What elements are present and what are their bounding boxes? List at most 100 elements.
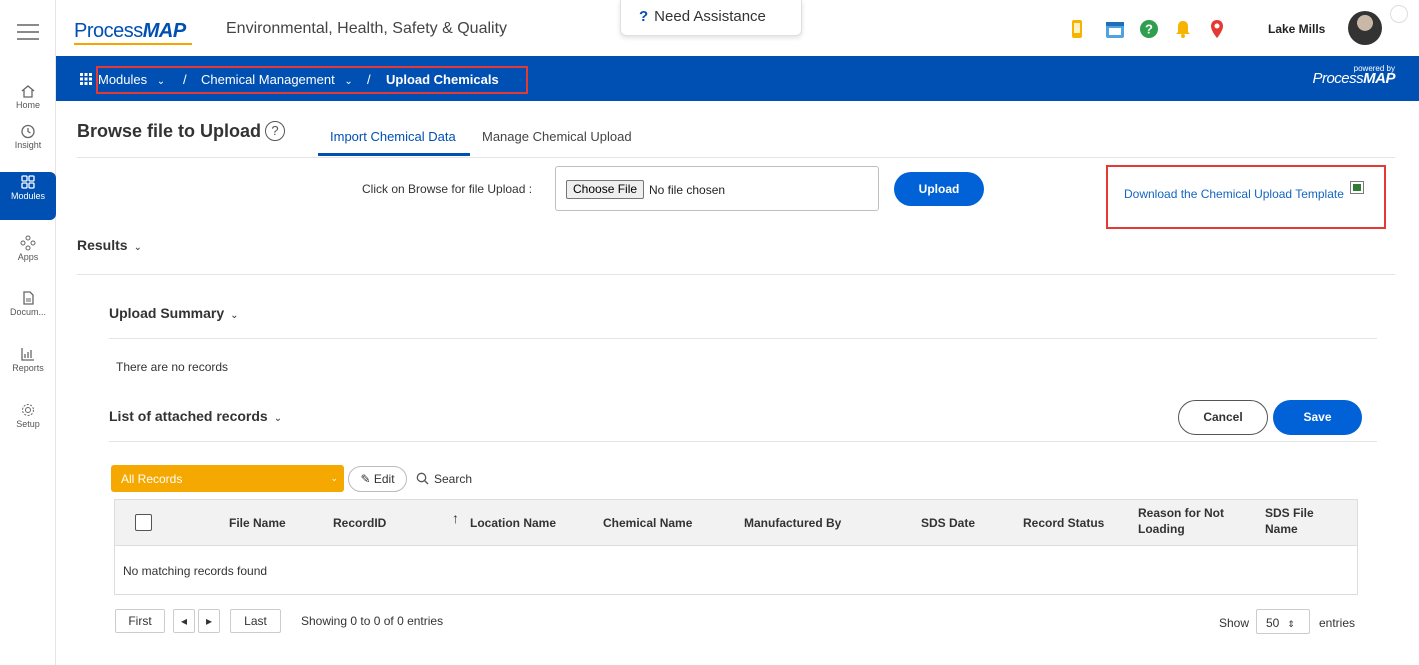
search-icon	[416, 472, 429, 485]
pager-prev-button[interactable]: ◂	[173, 609, 195, 633]
mobile-icon[interactable]	[1066, 18, 1088, 40]
records-table: File Name RecordID ↑ Location Name Chemi…	[114, 499, 1358, 595]
rail-item-insight[interactable]: Insight	[0, 122, 56, 170]
tab-manage-chemical-upload[interactable]: Manage Chemical Upload	[482, 129, 632, 144]
modules-grid-icon[interactable]	[80, 73, 92, 85]
rail-label-insight: Insight	[14, 140, 42, 150]
rail-label-home: Home	[15, 100, 40, 110]
rail-item-setup[interactable]: Setup	[0, 400, 56, 448]
pager-last-button[interactable]: Last	[230, 609, 281, 633]
logo-underline	[74, 43, 192, 45]
help-icon[interactable]: ?	[1138, 18, 1160, 40]
gear-icon	[22, 404, 34, 416]
processmap-logo[interactable]: ProcessMAP	[74, 20, 186, 43]
download-template-link[interactable]: Download the Chemical Upload Template	[1124, 187, 1344, 201]
attached-records-title: List of attached records	[109, 408, 268, 424]
choose-file-button[interactable]: Choose File	[566, 180, 645, 199]
edit-button[interactable]: ✎ Edit	[348, 466, 407, 492]
column-record-status[interactable]: Record Status	[1023, 515, 1104, 531]
powered-logo-prefix: Process	[1312, 70, 1364, 87]
rail-item-documents[interactable]: Docum...	[0, 288, 56, 336]
rail-label-apps: Apps	[17, 252, 39, 262]
search-button[interactable]: Search	[416, 472, 472, 486]
column-sds-file-name[interactable]: SDS File Name	[1265, 505, 1335, 537]
column-reason-not-loading[interactable]: Reason for Not Loading	[1138, 505, 1238, 537]
chevron-down-icon: ⌄	[156, 76, 166, 87]
breadcrumb-current: Upload Chemicals	[386, 72, 499, 87]
powered-logo-suffix: MAP	[1363, 70, 1395, 87]
column-manufactured-by[interactable]: Manufactured By	[744, 515, 841, 531]
avatar[interactable]	[1348, 11, 1382, 45]
download-template-box: Download the Chemical Upload Template	[1106, 165, 1386, 229]
expand-icon[interactable]	[1390, 5, 1408, 23]
pencil-icon: ✎	[360, 472, 371, 486]
no-file-label: No file chosen	[649, 183, 726, 197]
records-filter-select[interactable]: All Records ⌄	[111, 465, 344, 492]
apps-icon	[20, 235, 36, 251]
calendar-icon[interactable]	[1104, 18, 1126, 40]
column-location-name[interactable]: Location Name	[470, 515, 556, 531]
svg-text:?: ?	[1145, 22, 1153, 37]
rail-label-documents: Docum...	[9, 307, 46, 317]
tab-import-chemical-data[interactable]: Import Chemical Data	[330, 129, 456, 144]
hamburger-icon[interactable]	[17, 24, 39, 45]
breadcrumb-modules[interactable]: Modules ⌄	[98, 72, 165, 87]
upload-summary-header[interactable]: Upload Summary ⌄	[109, 305, 239, 321]
location-pin-icon[interactable]	[1206, 18, 1228, 40]
excel-icon[interactable]	[1350, 181, 1364, 194]
column-file-name[interactable]: File Name	[229, 515, 286, 531]
sort-asc-icon[interactable]: ↑	[452, 510, 459, 526]
rail-label-modules: Modules	[10, 191, 46, 201]
grid-icon	[21, 175, 35, 189]
column-sds-date[interactable]: SDS Date	[921, 515, 975, 531]
results-header[interactable]: Results ⌄	[77, 237, 142, 253]
page-size-value: 50	[1266, 616, 1280, 630]
select-all-checkbox[interactable]	[135, 514, 152, 531]
bell-icon[interactable]	[1172, 18, 1194, 40]
left-rail: Home Insight Modules Apps Docum... Repor…	[0, 0, 56, 665]
rail-item-reports[interactable]: Reports	[0, 344, 56, 392]
chevron-down-icon: ⌄	[133, 242, 142, 253]
need-assistance-button[interactable]: ? Need Assistance	[620, 0, 802, 36]
pager-next-button[interactable]: ▸	[198, 609, 220, 633]
table-header: File Name RecordID ↑ Location Name Chemi…	[115, 500, 1357, 546]
column-chemical-name[interactable]: Chemical Name	[603, 515, 692, 531]
chart-icon	[21, 348, 34, 361]
results-title: Results	[77, 237, 128, 253]
updown-icon: ⇕	[1287, 619, 1295, 629]
rail-label-setup: Setup	[16, 419, 40, 429]
home-icon	[21, 85, 35, 98]
page-size-select[interactable]: 50 ⇕	[1256, 609, 1310, 634]
rail-item-modules[interactable]: Modules	[0, 172, 56, 220]
edit-label: Edit	[373, 472, 395, 486]
divider	[77, 274, 1395, 275]
breadcrumb-separator: /	[367, 72, 371, 87]
chevron-down-icon: ⌄	[344, 76, 353, 87]
nav-bar: Modules ⌄ / Chemical Management ⌄ / Uplo…	[56, 56, 1419, 101]
powered-logo: ProcessMAP	[1312, 71, 1395, 86]
help-circle-icon[interactable]: ?	[265, 121, 285, 141]
attached-records-header[interactable]: List of attached records ⌄	[109, 408, 282, 424]
chevron-down-icon: ⌄	[273, 413, 283, 424]
save-button[interactable]: Save	[1273, 400, 1362, 435]
divider	[77, 157, 1395, 158]
app-title: Environmental, Health, Safety & Quality	[226, 20, 508, 37]
pager-first-button[interactable]: First	[115, 609, 165, 633]
empty-table-message: No matching records found	[123, 564, 268, 578]
divider	[109, 441, 1377, 442]
entries-label: entries	[1319, 616, 1356, 630]
breadcrumb-chemical-management[interactable]: Chemical Management ⌄	[201, 72, 353, 87]
upload-summary-title: Upload Summary	[109, 305, 225, 321]
need-assistance-label: Need Assistance	[654, 8, 766, 25]
logo-prefix: Process	[74, 20, 143, 42]
clock-icon	[21, 124, 35, 139]
question-icon: ?	[639, 8, 649, 25]
upload-button[interactable]: Upload	[894, 172, 984, 206]
logo-suffix: MAP	[142, 20, 186, 42]
cancel-button[interactable]: Cancel	[1178, 400, 1268, 435]
column-record-id[interactable]: RecordID	[333, 515, 386, 531]
rail-item-apps[interactable]: Apps	[0, 233, 56, 281]
pager-info: Showing 0 to 0 of 0 entries	[301, 614, 444, 628]
user-name[interactable]: Lake Mills	[1268, 22, 1325, 36]
document-icon	[23, 291, 34, 305]
